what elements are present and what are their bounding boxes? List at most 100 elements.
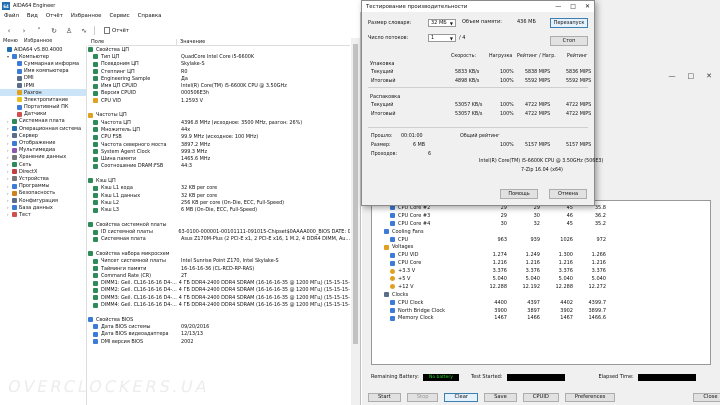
tree-item[interactable]: › Операционная система bbox=[0, 125, 86, 132]
maximize-icon[interactable]: □ bbox=[570, 3, 576, 10]
tab-favorites[interactable]: Избранное bbox=[24, 38, 52, 46]
tree-item[interactable]: › Системная плата bbox=[0, 118, 86, 125]
menu-file[interactable]: Файл bbox=[4, 13, 19, 22]
grid-section-header[interactable]: Свойства ЦП bbox=[88, 46, 350, 53]
column-value[interactable]: Значение bbox=[177, 39, 205, 45]
column-field[interactable]: Поле bbox=[88, 38, 177, 45]
preferences-button[interactable]: Preferences bbox=[564, 392, 616, 402]
tree-item[interactable]: AIDA64 v5.80.4000 bbox=[0, 46, 86, 53]
tree-item[interactable]: Имя компьютера bbox=[0, 68, 86, 75]
grid-value: 3897.2 MHz bbox=[181, 141, 211, 148]
grid-row[interactable]: Множитель ЦП 44x bbox=[88, 126, 350, 133]
help-button[interactable]: Помощь bbox=[500, 189, 538, 199]
tree-item[interactable]: › База данных bbox=[0, 204, 86, 211]
grid-row[interactable]: Дата BIOS системы 09/20/2016 bbox=[88, 323, 350, 330]
grid-row[interactable]: DMI версия BIOS 2002 bbox=[88, 338, 350, 345]
tree-item[interactable]: Датчики bbox=[0, 111, 86, 118]
forward-arrow-icon[interactable]: › bbox=[19, 26, 29, 36]
tree-item[interactable]: › Безопасность bbox=[0, 190, 86, 197]
tree-item-label: Разгон bbox=[24, 89, 42, 96]
start-button[interactable]: Start bbox=[368, 392, 401, 402]
cancel-button[interactable]: Отмена bbox=[549, 189, 587, 199]
scrollbar-thumb[interactable] bbox=[353, 44, 358, 344]
tree-item[interactable]: Портативный ПК bbox=[0, 104, 86, 111]
threads-select[interactable]: 1 ▼ bbox=[428, 34, 456, 42]
tree-item[interactable]: Электропитание bbox=[0, 96, 86, 103]
tree-item[interactable]: › Сеть bbox=[0, 161, 86, 168]
grid-section-header[interactable]: Свойства BIOS bbox=[88, 316, 350, 323]
tree-item[interactable]: › Мультимедиа bbox=[0, 147, 86, 154]
minimize-icon[interactable]: — bbox=[669, 72, 676, 82]
grid-row[interactable]: DIMM2: Geil. CL16-16-16 D4-... 4 ГБ DDR4-… bbox=[88, 287, 350, 294]
tab-menu[interactable]: Меню bbox=[3, 38, 18, 46]
tree-item[interactable]: › Хранение данных bbox=[0, 154, 86, 161]
grid-row[interactable]: ID системной платы 63-0100-000001-0010111… bbox=[88, 228, 350, 235]
grid-row[interactable]: CPU VID 1.2593 V bbox=[88, 97, 350, 104]
close-icon[interactable]: ✕ bbox=[706, 72, 712, 82]
grid-row[interactable]: Шина памяти 1465.6 MHz bbox=[88, 155, 350, 162]
vertical-scrollbar[interactable] bbox=[351, 38, 360, 405]
tree-item[interactable]: DMI bbox=[0, 75, 86, 82]
grid-row[interactable]: Версия CPUID 000506E3h bbox=[88, 90, 350, 97]
grid-section-header[interactable]: Кэш ЦП bbox=[88, 177, 350, 184]
grid-section-header[interactable]: Свойства системной платы bbox=[88, 221, 350, 228]
grid-row[interactable]: Тайминги памяти 16-16-16-36 (CL-RCD-RP-RA… bbox=[88, 265, 350, 272]
tree-item[interactable]: › Сервер bbox=[0, 132, 86, 139]
report-button[interactable]: Отчёт bbox=[104, 27, 129, 34]
tree-item[interactable]: › Устройства bbox=[0, 175, 86, 182]
cpuid-button[interactable]: CPUID bbox=[522, 392, 559, 402]
grid-row[interactable]: Кэш L1 данных 32 KB per core bbox=[88, 192, 350, 199]
grid-row[interactable]: Системная плата Asus Z170M-Plus (2 PCI-E … bbox=[88, 236, 350, 243]
grid-row[interactable]: CPU FSB 99.9 MHz (исходное: 100 MHz) bbox=[88, 134, 350, 141]
user-icon[interactable]: ♙ bbox=[64, 26, 74, 36]
chart-icon[interactable]: ∿ bbox=[79, 26, 89, 36]
grid-row[interactable]: Степпинг ЦП R0 bbox=[88, 68, 350, 75]
grid-row[interactable]: Тип ЦП QuadCore Intel Core i5-6600K bbox=[88, 53, 350, 60]
menu-view[interactable]: Вид bbox=[27, 13, 38, 22]
stop-button[interactable]: Стоп bbox=[550, 36, 588, 46]
grid-row[interactable]: Кэш L3 6 MB (On-Die, ECC, Full-Speed) bbox=[88, 207, 350, 214]
back-arrow-icon[interactable]: ‹ bbox=[4, 26, 14, 36]
grid-row[interactable]: Command Rate (CR) 2T bbox=[88, 272, 350, 279]
grid-row[interactable]: Engineering Sample Да bbox=[88, 75, 350, 82]
grid-row[interactable]: Имя ЦП CPUID Intel(R) Core(TM) i5-6600K C… bbox=[88, 82, 350, 89]
dictionary-size-select[interactable]: 32 МБ ▼ bbox=[428, 19, 456, 27]
save-button[interactable]: Save bbox=[484, 392, 517, 402]
tree-item[interactable]: › DirectX bbox=[0, 168, 86, 175]
grid-row[interactable]: Соотношение DRAM:FSB 44:3 bbox=[88, 163, 350, 170]
clear-button[interactable]: Clear bbox=[444, 392, 479, 402]
tree-item[interactable]: Разгон bbox=[0, 89, 86, 97]
grid-row[interactable]: Кэш L1 кода 32 KB per core bbox=[88, 185, 350, 192]
refresh-icon[interactable]: ↻ bbox=[49, 26, 59, 36]
grid-row[interactable]: Кэш L2 256 KB per core (On-Die, ECC, Full… bbox=[88, 199, 350, 206]
grid-row[interactable]: Псевдоним ЦП Skylake-S bbox=[88, 61, 350, 68]
grid-row[interactable]: System Agent Clock 999.3 MHz bbox=[88, 148, 350, 155]
maximize-icon[interactable]: □ bbox=[688, 72, 695, 82]
grid-section-header[interactable]: Частоты ЦП bbox=[88, 112, 350, 119]
grid-row[interactable]: Дата BIOS видеоадаптера 12/13/13 bbox=[88, 331, 350, 338]
grid-row[interactable]: DIMM3: Geil. CL16-16-16 D4-... 4 ГБ DDR4-… bbox=[88, 294, 350, 301]
grid-row[interactable]: Частота ЦП 4396.8 MHz (исходное: 3500 MHz… bbox=[88, 119, 350, 126]
tree-item[interactable]: › Конфигурация bbox=[0, 197, 86, 204]
grid-row[interactable]: DIMM1: Geil. CL16-16-16 D4-... 4 ГБ DDR4-… bbox=[88, 280, 350, 287]
tree-item[interactable]: › Тест bbox=[0, 211, 86, 218]
restart-button[interactable]: Перезапуск bbox=[550, 18, 588, 28]
close-icon[interactable]: ✕ bbox=[585, 3, 590, 10]
grid-row[interactable]: DIMM4: Geil. CL16-16-16 D4-... 4 ГБ DDR4-… bbox=[88, 301, 350, 308]
up-arrow-icon[interactable]: ˄ bbox=[34, 26, 44, 36]
menu-favorites[interactable]: Избранное bbox=[71, 13, 102, 22]
menu-tools[interactable]: Сервис bbox=[110, 13, 130, 22]
stop-button[interactable]: Stop bbox=[406, 392, 439, 402]
minimize-icon[interactable]: — bbox=[555, 3, 561, 10]
grid-section-header[interactable]: Свойства набора микросхем bbox=[88, 250, 350, 257]
tree-item[interactable]: Суммарная информа bbox=[0, 60, 86, 67]
menu-help[interactable]: Справка bbox=[138, 13, 162, 22]
tree-item[interactable]: › Программы bbox=[0, 183, 86, 190]
tree-item[interactable]: ▾ Компьютер bbox=[0, 53, 86, 60]
tree-item[interactable]: › Отображение bbox=[0, 139, 86, 146]
tree-item[interactable]: IPMI bbox=[0, 82, 86, 89]
close-button[interactable]: Close bbox=[693, 392, 720, 402]
grid-row[interactable]: Частота северного моста 3897.2 MHz bbox=[88, 141, 350, 148]
menu-report[interactable]: Отчёт bbox=[46, 13, 63, 22]
grid-row[interactable]: Чипсет системной платы Intel Sunrise Poin… bbox=[88, 258, 350, 265]
